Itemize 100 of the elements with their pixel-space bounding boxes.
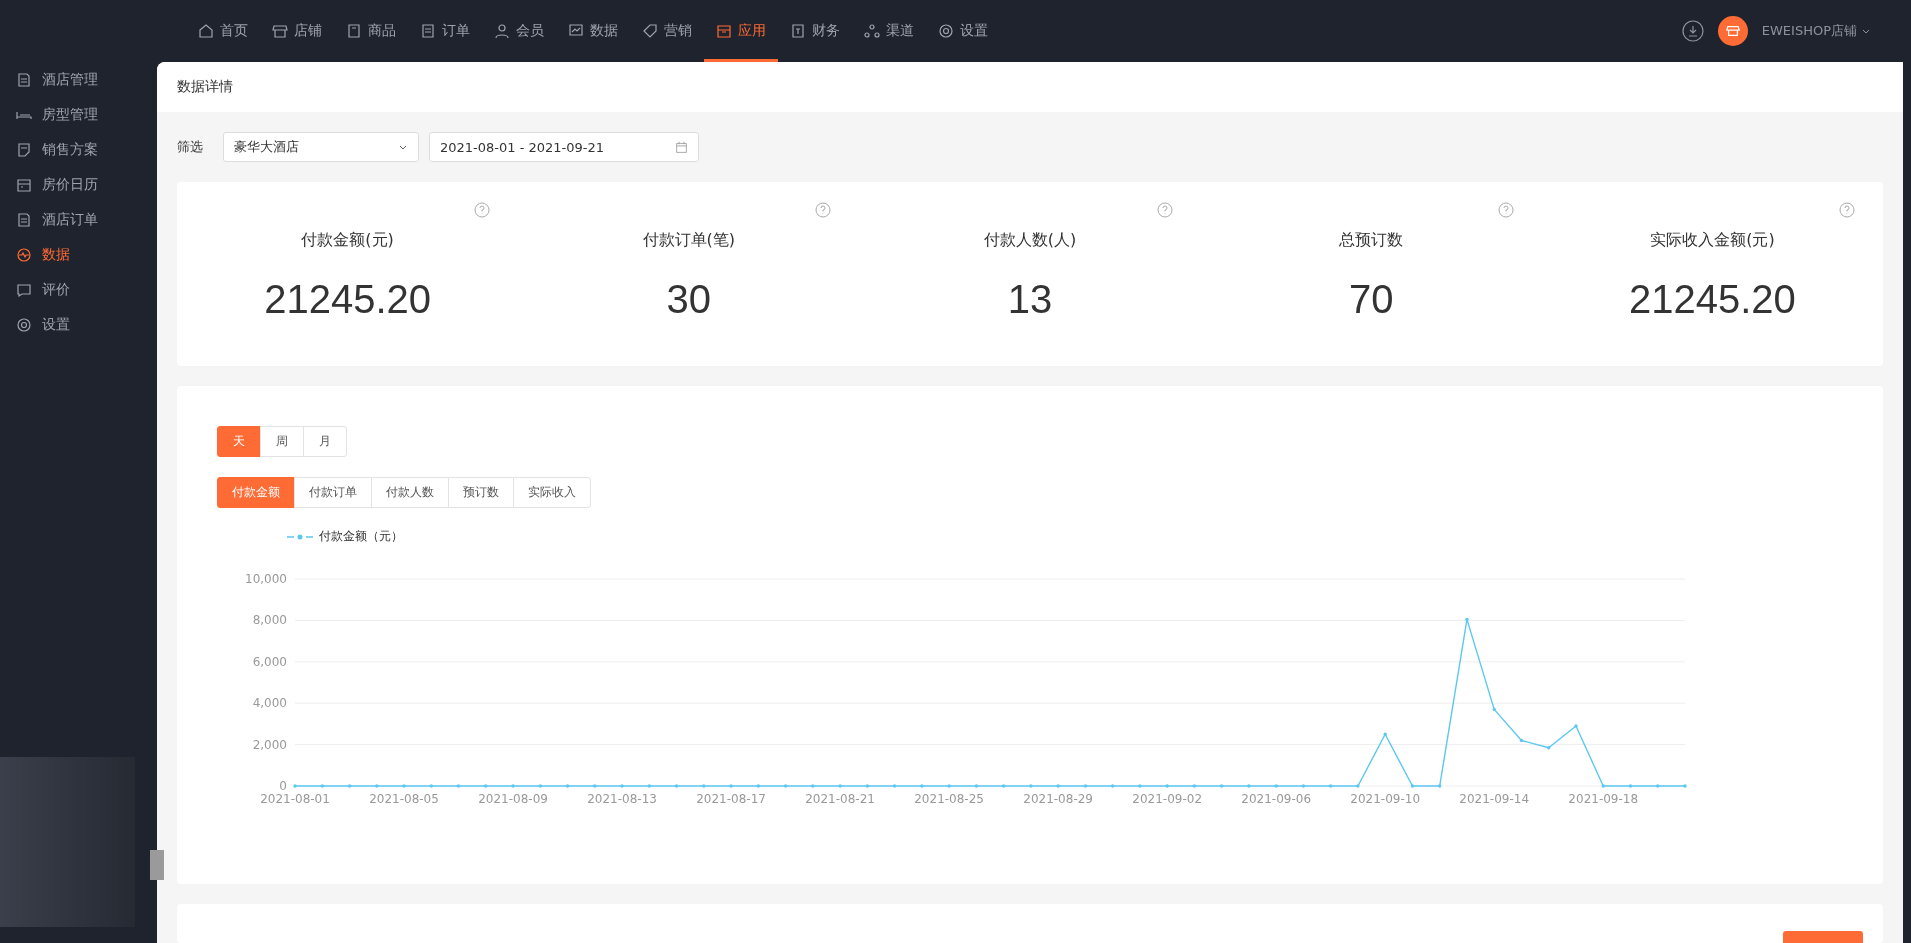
nav-tab[interactable]: 营销 [630,0,704,62]
axis-label: 6,000 [252,655,287,670]
data-point [375,784,379,788]
axis-label: 0 [279,779,287,794]
axis-label: 2021-08-05 [369,792,439,807]
data-point [1656,784,1660,788]
document-icon [16,211,32,228]
data-point [1110,784,1115,788]
period-tab[interactable]: 月 [303,426,347,458]
data-point [756,784,761,788]
data-point [593,784,597,788]
account-menu[interactable]: EWEISHOP店铺 [1761,22,1871,40]
data-point [347,784,352,788]
stat-label: 付款订单(笔) [642,230,736,251]
help-icon[interactable] [474,202,491,218]
sidebar-item[interactable]: 房型管理 [0,97,157,132]
data-point [484,784,488,788]
action-button[interactable] [1783,931,1863,943]
axis-label: 2021-09-18 [1568,792,1639,807]
nav-tab[interactable]: 财务 [778,0,852,62]
axis-label: 2021-09-14 [1459,792,1530,807]
data-point [1001,784,1006,788]
page-title: 数据详情 [157,62,1903,112]
stat-label: 实际收入金额(元) [1650,230,1775,251]
nav-tab[interactable]: 订单 [408,0,482,62]
data-point [892,784,897,788]
store-avatar[interactable] [1717,16,1748,46]
settings-icon [938,23,954,39]
data-point [620,784,624,788]
help-icon[interactable] [1156,202,1173,218]
nav-tab[interactable]: 商品 [334,0,408,62]
chat-icon [16,281,32,298]
data-point [1465,618,1469,622]
data-point [865,784,870,788]
metric-tab[interactable]: 付款人数 [371,477,449,509]
nav-tab[interactable]: 首页 [186,0,260,62]
tag-icon [642,23,658,39]
axis-label: 2,000 [252,737,287,752]
data-point [838,784,842,788]
stat-value: 13 [1007,277,1053,322]
axis-label: 2021-09-06 [1241,792,1312,807]
help-icon[interactable] [815,202,832,218]
metric-tab[interactable]: 预订数 [448,477,514,509]
data-point [1029,784,1033,788]
sidebar-item[interactable]: 房价日历 [0,167,157,202]
chart-icon [568,23,584,39]
data-point [1219,784,1224,788]
data-point [729,784,733,788]
sidebar-item[interactable]: 销售方案 [0,132,157,167]
data-point [1356,784,1360,788]
data-point [1438,784,1442,788]
data-point [647,784,651,788]
date-range-field[interactable]: 2021-08-01 - 2021-09-21 [429,132,699,162]
sidebar-item[interactable]: 数据 [0,237,157,272]
document-icon [16,71,32,88]
data-point [1519,739,1524,743]
stat-label: 付款人数(人) [983,230,1077,251]
data-point [920,784,924,788]
scrollbar-thumb[interactable] [150,850,164,880]
data-point [1274,784,1278,788]
data-point [1192,784,1197,788]
stat-value: 30 [666,277,712,322]
data-point [538,784,542,788]
stat-value: 21245.20 [1629,277,1796,322]
data-point [456,784,461,788]
data-point [702,784,706,788]
store-icon [272,23,288,39]
metric-tab[interactable]: 付款订单 [294,477,372,509]
nav-tab[interactable]: 店铺 [260,0,334,62]
help-icon[interactable] [1497,202,1514,218]
sidebar-item[interactable]: 评价 [0,272,157,307]
data-point [1138,784,1142,788]
nav-tab[interactable]: 设置 [926,0,1000,62]
help-icon[interactable] [1839,202,1855,218]
calendar-icon [16,176,32,193]
data-point [974,784,979,788]
download-icon[interactable] [1681,20,1704,42]
nav-tab[interactable]: 会员 [482,0,556,62]
hotel-select[interactable]: 豪华大酒店 [223,132,419,162]
calendar-icon [675,140,688,154]
settings-icon [16,316,32,333]
pulse-icon [16,246,32,263]
data-point [1574,724,1578,728]
nav-tab[interactable]: 渠道 [852,0,926,62]
metric-tab[interactable]: 实际收入 [513,477,591,509]
legend-label: 付款金额（元） [319,528,403,546]
nav-tab[interactable]: 数据 [556,0,630,62]
data-point [811,784,815,788]
data-point [947,784,951,788]
axis-label: 8,000 [252,613,287,628]
user-icon [494,23,510,39]
stat-value: 70 [1348,277,1394,322]
sidebar-item[interactable]: 设置 [0,307,157,342]
data-point [511,784,515,788]
axis-label: 2021-09-02 [1132,792,1203,807]
data-point [1301,784,1306,788]
note-icon [16,141,32,158]
sidebar-item[interactable]: 酒店订单 [0,202,157,237]
sidebar-item[interactable]: 酒店管理 [0,62,157,97]
period-tab[interactable]: 周 [260,426,304,458]
